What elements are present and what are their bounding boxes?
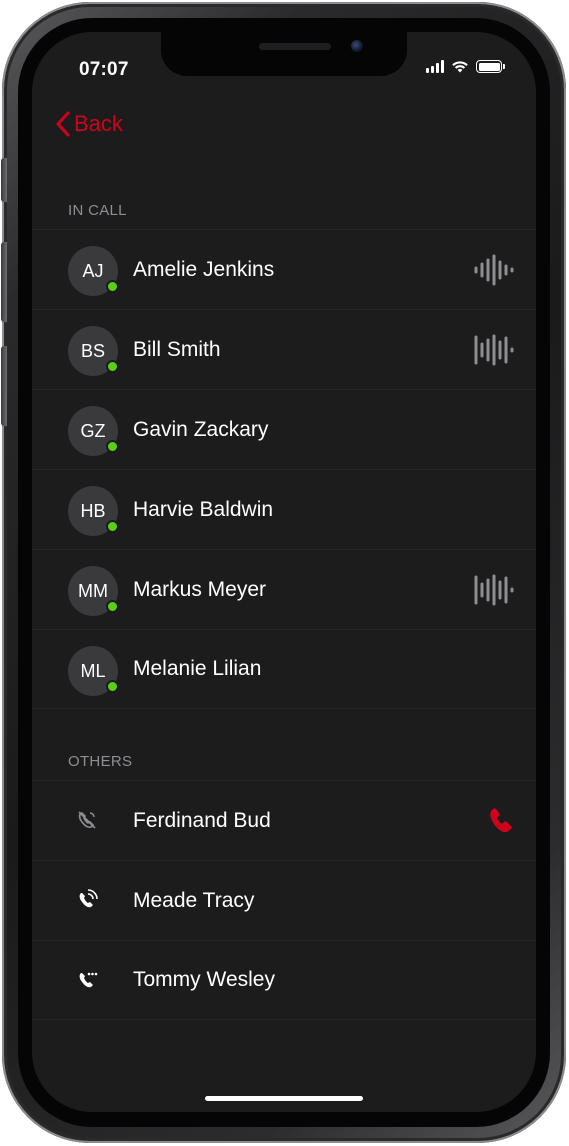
participant-name: Gavin Zackary	[133, 417, 269, 441]
in-call-header: IN CALL	[68, 202, 127, 219]
app-screen: 07:07 Back IN CALL AJ Amelie Jenkins BS …	[32, 32, 536, 1112]
notch	[161, 32, 407, 76]
mute-switch	[1, 158, 7, 202]
back-label: Back	[74, 111, 123, 136]
participant-row[interactable]: GZ Gavin Zackary	[32, 389, 536, 469]
online-status-dot	[106, 360, 119, 373]
home-indicator[interactable]	[205, 1096, 363, 1101]
participant-name: Amelie Jenkins	[133, 257, 275, 281]
voice-activity-icon	[474, 254, 514, 286]
participant-name: Melanie Lilian	[133, 657, 262, 680]
front-camera	[351, 40, 363, 52]
volume-up-button	[1, 242, 7, 322]
call-waiting-icon	[79, 972, 98, 988]
contact-row[interactable]: Ferdinand Bud	[32, 780, 536, 860]
phone-device-frame: 07:07 Back IN CALL AJ Amelie Jenkins BS …	[1, 2, 566, 1143]
participant-row[interactable]: AJ Amelie Jenkins	[32, 229, 536, 309]
participant-name: Bill Smith	[133, 337, 221, 361]
participant-row[interactable]: HB Harvie Baldwin	[32, 469, 536, 549]
others-list: Ferdinand Bud Meade Tracy Tommy Wesley	[32, 780, 536, 1020]
online-status-dot	[106, 680, 119, 693]
voice-activity-icon	[474, 574, 514, 606]
participant-name: Harvie Baldwin	[133, 497, 274, 521]
back-button[interactable]: Back	[56, 111, 123, 137]
participant-row[interactable]: MM Markus Meyer	[32, 549, 536, 629]
participant-row[interactable]: BS Bill Smith	[32, 309, 536, 389]
online-status-dot	[106, 440, 119, 453]
chevron-left-icon	[56, 111, 70, 137]
call-ringing-icon	[79, 889, 98, 908]
participant-name: Markus Meyer	[133, 577, 267, 601]
contact-name: Meade Tracy	[133, 888, 255, 912]
online-status-dot	[106, 280, 119, 293]
participant-row[interactable]: ML Melanie Lilian	[32, 629, 536, 709]
earpiece-speaker	[259, 43, 331, 50]
contact-name: Tommy Wesley	[133, 968, 275, 991]
wifi-icon	[452, 61, 468, 73]
volume-down-button	[1, 346, 7, 426]
contact-row[interactable]: Meade Tracy	[32, 860, 536, 940]
voice-activity-icon	[474, 334, 514, 366]
status-time: 07:07	[79, 59, 129, 80]
others-header: OTHERS	[68, 753, 133, 770]
online-status-dot	[106, 520, 119, 533]
online-status-dot	[106, 600, 119, 613]
battery-icon	[476, 60, 505, 73]
call-declined-icon	[78, 811, 96, 829]
phone-red-icon[interactable]	[488, 807, 514, 835]
contact-name: Ferdinand Bud	[133, 808, 271, 832]
contact-row[interactable]: Tommy Wesley	[32, 940, 536, 1020]
in-call-list: AJ Amelie Jenkins BS Bill Smith GZ Gavin…	[32, 229, 536, 709]
cellular-signal-icon	[426, 60, 444, 73]
status-icons	[426, 60, 505, 73]
